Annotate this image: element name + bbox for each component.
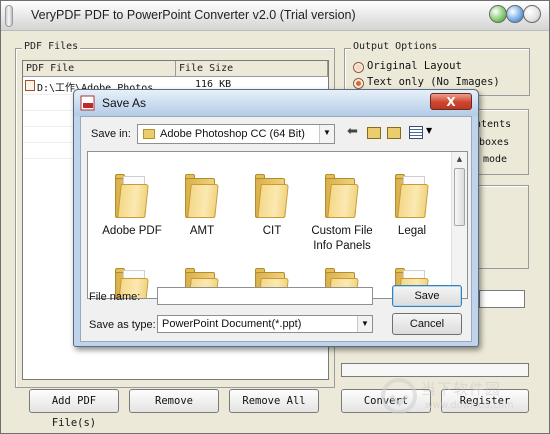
close-button[interactable] xyxy=(523,5,541,23)
scroll-thumb[interactable] xyxy=(454,168,465,226)
save-as-title: Save As xyxy=(102,96,147,110)
remove-button[interactable]: Remove xyxy=(129,389,219,413)
save-as-dialog: Save As X Save in: Adobe Photoshop CC (6… xyxy=(73,89,479,347)
save-as-body: Save in: Adobe Photoshop CC (64 Bit) ▼ ⬅… xyxy=(80,116,472,342)
save-as-title-bar: Save As X xyxy=(74,90,478,116)
remove-all-button[interactable]: Remove All xyxy=(229,389,319,413)
new-folder-icon[interactable] xyxy=(387,127,401,139)
save-in-label: Save in: xyxy=(91,128,131,140)
up-folder-icon[interactable] xyxy=(367,127,381,139)
radio-original-layout[interactable] xyxy=(353,62,364,73)
option-text-contents: ntents xyxy=(475,119,512,130)
file-name-input[interactable] xyxy=(157,287,373,305)
minimize-button[interactable] xyxy=(489,5,507,23)
save-as-type-value: PowerPoint Document(*.ppt) xyxy=(162,318,302,330)
file-browser-pane[interactable]: Adobe PDF AMT CIT Custom File Info Panel… xyxy=(87,151,468,299)
folder-label: Adobe PDF xyxy=(102,225,162,237)
folder-item[interactable]: CIT xyxy=(232,174,312,239)
window-title: VeryPDF PDF to PowerPoint Converter v2.0… xyxy=(31,8,356,22)
dialog-close-button[interactable]: X xyxy=(430,93,472,110)
pdf-file-icon xyxy=(25,80,35,91)
radio-text-only-label: Text only (No Images) xyxy=(367,76,500,88)
radio-original-layout-label: Original Layout xyxy=(367,60,462,72)
option-text-boxes: boxes xyxy=(479,137,510,148)
add-pdf-files-button[interactable]: Add PDF File(s) xyxy=(29,389,119,429)
output-folder-field[interactable] xyxy=(479,290,525,308)
cancel-button[interactable]: Cancel xyxy=(392,313,462,335)
back-arrow-icon[interactable]: ⬅ xyxy=(347,124,358,139)
folder-icon xyxy=(185,174,219,218)
folder-icon xyxy=(255,174,289,218)
save-in-combo[interactable]: Adobe Photoshop CC (64 Bit) ▼ xyxy=(137,124,335,144)
main-window: VeryPDF PDF to PowerPoint Converter v2.0… xyxy=(0,0,550,434)
folder-label: AMT xyxy=(189,225,215,237)
save-as-type-label: Save as type: xyxy=(89,319,156,331)
file-name-label: File name: xyxy=(89,291,141,303)
folder-item[interactable]: AMT xyxy=(162,174,242,239)
column-header-file-size[interactable]: File Size xyxy=(176,61,328,77)
maximize-button[interactable] xyxy=(506,5,524,23)
folder-small-icon xyxy=(143,129,155,139)
save-in-value: Adobe Photoshop CC (64 Bit) xyxy=(160,128,305,140)
column-header-pdf-file[interactable]: PDF File xyxy=(23,61,176,77)
folder-label: Legal xyxy=(397,225,427,237)
scroll-up-icon[interactable]: ▲ xyxy=(452,152,467,166)
pdf-files-label: PDF Files xyxy=(22,41,81,52)
folder-icon xyxy=(325,174,359,218)
folder-item[interactable]: Adobe PDF xyxy=(92,174,172,239)
watermark-text: 当下软件园 xyxy=(421,380,502,398)
title-grip-icon xyxy=(5,5,13,27)
watermark-logo: 当下软件园 www.downxia.com xyxy=(381,376,550,426)
folder-icon xyxy=(395,174,429,218)
radio-text-only[interactable] xyxy=(353,78,364,89)
save-button[interactable]: Save xyxy=(392,285,462,307)
option-text-mode: mode xyxy=(483,154,508,165)
chevron-down-icon[interactable]: ▼ xyxy=(319,125,334,143)
view-menu-arrow-icon[interactable]: ▼ xyxy=(426,126,432,135)
view-menu-icon[interactable] xyxy=(409,126,423,139)
folder-item[interactable]: Custom File Info Panels xyxy=(302,174,382,254)
folder-label: Custom File Info Panels xyxy=(311,225,373,252)
progress-bar xyxy=(341,363,529,377)
vertical-scrollbar[interactable]: ▲ ▼ xyxy=(451,152,467,298)
chevron-down-icon[interactable]: ▼ xyxy=(357,316,372,332)
watermark-url: www.downxia.com xyxy=(425,400,514,411)
folder-label: CIT xyxy=(262,225,282,237)
folder-icon xyxy=(115,174,149,218)
folder-item[interactable]: Legal xyxy=(372,174,452,239)
save-as-type-select[interactable]: PowerPoint Document(*.ppt) ▼ xyxy=(157,315,373,333)
title-bar: VeryPDF PDF to PowerPoint Converter v2.0… xyxy=(1,1,549,31)
pdf-app-icon xyxy=(80,95,95,111)
output-options-label: Output Options xyxy=(351,41,440,52)
